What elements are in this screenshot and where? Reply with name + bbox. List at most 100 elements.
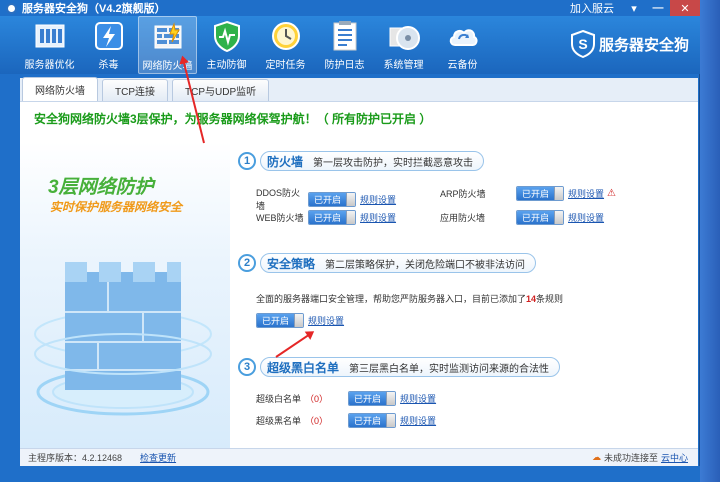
section-header: 安全策略 第二层策略保护，关闭危险端口不被非法访问 [260,253,537,273]
section-black-white-list: 3 超级黑白名单 第三层黑白名单，实时监测访问来源的合法性 [238,356,561,378]
section-header: 防火墙 第一层攻击防护，实时拦截恶意攻击 [260,151,485,171]
clock-icon [269,19,303,53]
ddos-rule-link[interactable]: 规则设置 [360,193,396,206]
blacklist-row: 超级黑名单 （0） 已开启 规则设置 [256,413,436,428]
arp-label: ARP防火墙 [440,189,486,199]
antivirus-icon [92,19,126,53]
policy-description: 全面的服务器端口安全管理，帮助您严防服务器入口，目前已添加了14条规则 [256,294,564,304]
section-title: 超级黑白名单 [267,360,340,375]
policy-row: 已开启 规则设置 [256,313,344,328]
section-desc: 第二层策略保护，关闭危险端口不被非法访问 [325,259,526,271]
firewall-row-web: WEB防火墙 已开启 规则设置 [256,210,396,225]
tab-tcp-udp-listen[interactable]: TCP与UDP监听 [172,79,270,101]
status-bar: 主程序版本：4.2.12468 检查更新 ☁ 未成功连接至 云中心 [20,448,698,466]
tool-active-defense[interactable]: 主动防御 [197,16,256,74]
app-window: 服务器安全狗（V4.2旗舰版） 加入服云 ▾ — ✕ 服务器优化 杀毒 网络防火… [0,0,700,482]
firewall-row-arp: ARP防火墙 已开启 规则设置 ⚠ [440,186,616,201]
menu-icon[interactable]: ▾ [622,0,646,16]
server-optimize-icon [33,19,67,53]
arp-toggle[interactable]: 已开启 [516,186,565,201]
blacklist-toggle[interactable]: 已开启 [348,413,397,428]
blacklist-rule-link[interactable]: 规则设置 [400,414,436,427]
tool-label: 定时任务 [265,60,306,71]
cloud-status: ☁ 未成功连接至 云中心 [591,451,688,464]
protection-notice: 安全狗网络防火墙3层保护，为服务器网络保驾护航！（ 所有防护已开启 ） [34,112,432,126]
section-number: 3 [238,358,256,376]
web-toggle[interactable]: 已开启 [308,210,357,225]
blacklist-count: （0） [305,416,329,426]
tool-server-optimize[interactable]: 服务器优化 [20,16,79,74]
tool-label: 杀毒 [98,60,119,71]
tool-antivirus[interactable]: 杀毒 [79,16,138,74]
desktop-background [700,0,720,482]
tool-cloud-backup[interactable]: 云备份 [433,16,492,74]
web-label: WEB防火墙 [256,213,304,223]
window-title: 服务器安全狗（V4.2旗舰版） [22,3,166,15]
tool-firewall[interactable]: 网络防火墙 [138,16,197,74]
main-content: 安全狗网络防火墙3层保护，为服务器网络保驾护航！（ 所有防护已开启 ） 3层网络… [20,102,698,448]
blacklist-label: 超级黑名单 [256,416,302,426]
policy-toggle[interactable]: 已开启 [256,313,305,328]
firewall-icon [151,20,185,54]
cloud-center-link[interactable]: 云中心 [661,451,688,464]
whitelist-count: （0） [305,394,329,404]
section-header: 超级黑白名单 第三层黑白名单，实时监测访问来源的合法性 [260,357,561,377]
ddos-toggle[interactable]: 已开启 [308,191,357,207]
svg-text:S: S [578,36,587,52]
policy-rule-link[interactable]: 规则设置 [308,314,344,327]
tab-bar: 网络防火墙 TCP连接 TCP与UDP监听 [20,77,698,102]
section-title: 防火墙 [267,154,304,169]
active-defense-icon [210,19,244,53]
arp-rule-link[interactable]: 规则设置 [568,187,604,200]
whitelist-rule-link[interactable]: 规则设置 [400,392,436,405]
tool-label: 服务器优化 [24,60,75,71]
app-logo-icon [6,2,17,14]
cloud-status-icon: ☁ [591,452,601,462]
version-text: 主程序版本：4.2.12468 [28,453,123,463]
firewall-row-app: 应用防火墙 已开启 规则设置 [440,210,604,225]
title-bar: 服务器安全狗（V4.2旗舰版） 加入服云 ▾ — ✕ [0,0,700,16]
ddos-label: DDOS防火墙 [256,188,301,211]
firewall-row-ddos: DDOS防火墙 已开启 规则设置 [256,186,396,212]
tab-tcp-connections[interactable]: TCP连接 [102,79,168,101]
tool-protection-log[interactable]: 防护日志 [315,16,374,74]
brand-logo: S 服务器安全狗 [570,30,689,58]
rule-count: 14 [526,294,537,304]
tool-label: 防护日志 [324,60,365,71]
whitelist-toggle[interactable]: 已开启 [348,391,397,406]
illustration-title: 3层网络防护 [48,177,154,198]
tool-scheduled-task[interactable]: 定时任务 [256,16,315,74]
section-number: 1 [238,152,256,170]
firewall-tower-icon [34,262,212,416]
minimize-icon[interactable]: — [646,0,670,16]
section-number: 2 [238,254,256,272]
app-toggle[interactable]: 已开启 [516,210,565,225]
section-title: 安全策略 [267,256,316,271]
arp-warning-icon: ⚠ [607,188,616,199]
shield-logo-icon: S [570,30,595,58]
cloud-backup-icon [446,19,480,53]
section-security-policy: 2 安全策略 第二层策略保护，关闭危险端口不被非法访问 [238,252,537,274]
tool-label: 系统管理 [383,60,424,71]
tool-system-manage[interactable]: 系统管理 [374,16,433,74]
whitelist-label: 超级白名单 [256,394,302,404]
window-bottom-border [0,466,700,482]
log-icon [328,19,362,53]
tool-label: 主动防御 [206,60,247,71]
close-icon[interactable]: ✕ [670,0,700,16]
whitelist-row: 超级白名单 （0） 已开启 规则设置 [256,391,436,406]
app-label: 应用防火墙 [440,213,486,223]
section-desc: 第三层黑白名单，实时监测访问来源的合法性 [349,363,550,375]
illustration-subtitle: 实时保护服务器网络安全 [50,200,183,214]
section-desc: 第一层攻击防护，实时拦截恶意攻击 [313,157,474,169]
tool-label: 云备份 [447,60,478,71]
disk-icon [387,19,421,53]
protection-illustration: 3层网络防护 实时保护服务器网络安全 [20,142,230,448]
web-rule-link[interactable]: 规则设置 [360,211,396,224]
app-rule-link[interactable]: 规则设置 [568,211,604,224]
join-cloud-link[interactable]: 加入服云 [570,0,614,16]
section-firewall: 1 防火墙 第一层攻击防护，实时拦截恶意攻击 [238,150,485,172]
brand-name: 服务器安全狗 [598,36,689,54]
check-update-link[interactable]: 检查更新 [140,451,176,464]
tab-network-firewall[interactable]: 网络防火墙 [22,77,98,101]
